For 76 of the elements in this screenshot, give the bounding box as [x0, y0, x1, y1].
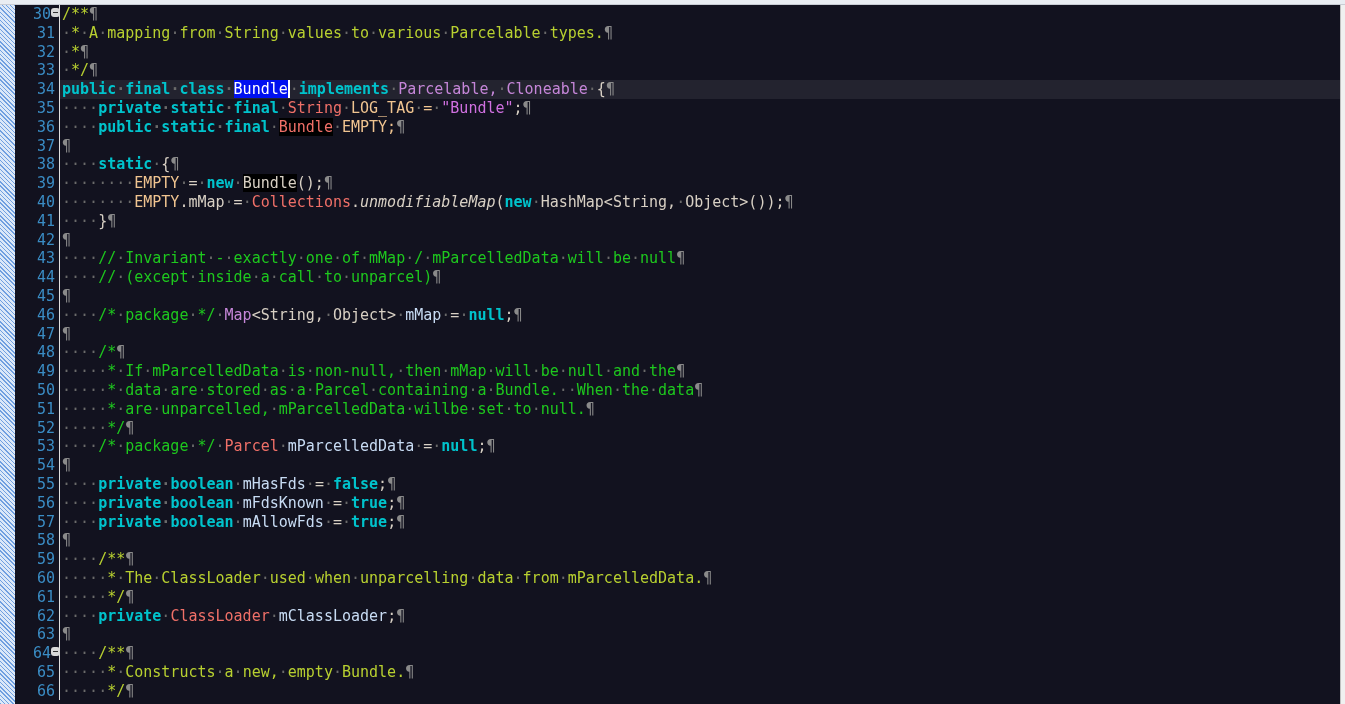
code-line: ····private·boolean·mAllowFds·=·true;¶ [61, 512, 406, 532]
line-number: 56 [36, 493, 55, 513]
line-number: 66 [36, 681, 55, 701]
code-line: ····private·ClassLoader·mClassLoader;¶ [61, 606, 406, 626]
code-line: ¶ [61, 531, 72, 551]
line-number: 57 [36, 512, 55, 532]
line-number: 47 [36, 324, 55, 344]
code-line: ·*·A·mapping·from·String·values·to·various·Parcelable·types.¶ [61, 23, 613, 43]
line-number: 36 [36, 117, 55, 137]
code-line: ¶ [61, 136, 72, 156]
code-line: ········EMPTY·=·new·Bundle();¶ [61, 174, 333, 193]
code-line: ·····*·are·unparcelled,·mParcelledData·willbe·set·to·null.¶ [61, 399, 595, 419]
code-line: ····private·boolean·mFdsKnown·=·true;¶ [61, 493, 406, 513]
line-number: 58 [36, 531, 55, 551]
code-line: ····}¶ [61, 211, 117, 231]
code-line: ·*/¶ [61, 61, 99, 81]
line-number: 53 [36, 437, 55, 457]
code-line: ····static·{¶ [61, 155, 180, 175]
code-line: ····/*·package·*/·Map<String,·Object>·mMap·=·null;¶ [61, 305, 523, 325]
line-number: 64 [32, 644, 51, 663]
code-line: ····/**¶ [61, 550, 135, 569]
line-number: 35 [36, 99, 55, 118]
code-line: ····/**¶ [61, 644, 135, 663]
code-line: ····private·static·final·String·LOG_TAG·=·"Bundle";¶ [61, 99, 532, 118]
line-number: 62 [36, 606, 55, 626]
code-line: ·····*/¶ [61, 587, 135, 607]
line-number: 37 [36, 136, 55, 156]
line-number: 52 [36, 418, 55, 438]
line-number: 31 [36, 23, 55, 43]
code-line: /**¶ [61, 5, 99, 24]
line-number: 38 [36, 155, 55, 175]
code-line: ·····*·If·mParcelledData·is·non-null,·then·mMap·will·be·null·and·the¶ [61, 362, 686, 381]
line-number: 60 [36, 568, 55, 588]
line-number: 54 [36, 456, 55, 475]
line-number: 48 [36, 343, 55, 363]
line-number: 61 [36, 587, 55, 607]
line-number: 46 [36, 305, 55, 325]
line-number: 49 [36, 362, 55, 381]
code-line: ·····*/¶ [61, 418, 135, 438]
line-number: 40 [36, 192, 55, 212]
code-line: ····/*¶ [61, 343, 126, 363]
line-number: 41 [36, 211, 55, 231]
code-line: ¶ [61, 324, 72, 344]
code-line: ¶ [61, 286, 72, 306]
collapse-icon[interactable] [51, 8, 60, 17]
code-line: public·final·class·Bundle·implements·Parcelable,·Cloneable·{¶ [61, 80, 615, 99]
code-line: ·····*/¶ [61, 681, 135, 701]
line-number: 44 [36, 268, 55, 287]
line-number: 43 [36, 249, 55, 269]
line-number: 42 [36, 230, 55, 250]
code-line: ·····*·The·ClassLoader·used·when·unparcelling·data·from·mParcelledData.¶ [61, 568, 713, 588]
line-number: 34 [36, 80, 55, 99]
line-number: 50 [36, 380, 55, 400]
code-line: ····private·boolean·mHasFds·=·false;¶ [61, 474, 397, 494]
code-line: ·····*·data·are·stored·as·a·Parcel·containing·a·Bundle.··When·the·data¶ [61, 380, 704, 400]
line-number: 30 [32, 5, 51, 24]
code-line: ·····*·Constructs·a·new,·empty·Bundle.¶ [61, 662, 415, 682]
line-number: 65 [36, 662, 55, 682]
code-line: ¶ [61, 456, 72, 475]
code-line: ¶ [61, 230, 72, 250]
line-number: 45 [36, 286, 55, 306]
line-number: 32 [36, 42, 55, 62]
code-line: ·*¶ [61, 42, 90, 62]
code-line: ····public·static·final·Bundle·EMPTY;¶ [61, 117, 406, 137]
line-number: 63 [36, 625, 55, 645]
code-line: ········EMPTY.mMap·=·Collections.unmodifiableMap(new·HashMap<String,·Object>());¶ [61, 192, 794, 212]
line-number: 51 [36, 399, 55, 419]
line-number: 55 [36, 474, 55, 494]
code-line: ····/*·package·*/·Parcel·mParcelledData·=·null;¶ [61, 437, 496, 457]
code-line: ····//·Invariant·-·exactly·one·of·mMap·/·mParcelledData·will·be·null¶ [61, 249, 686, 269]
line-number: 33 [36, 61, 55, 81]
code-line: ¶ [61, 625, 72, 645]
line-number: 59 [36, 550, 55, 569]
code-line: ····//·(except·inside·a·call·to·unparcel)¶ [61, 268, 442, 287]
collapse-icon[interactable] [51, 647, 60, 657]
line-number: 39 [36, 174, 55, 193]
